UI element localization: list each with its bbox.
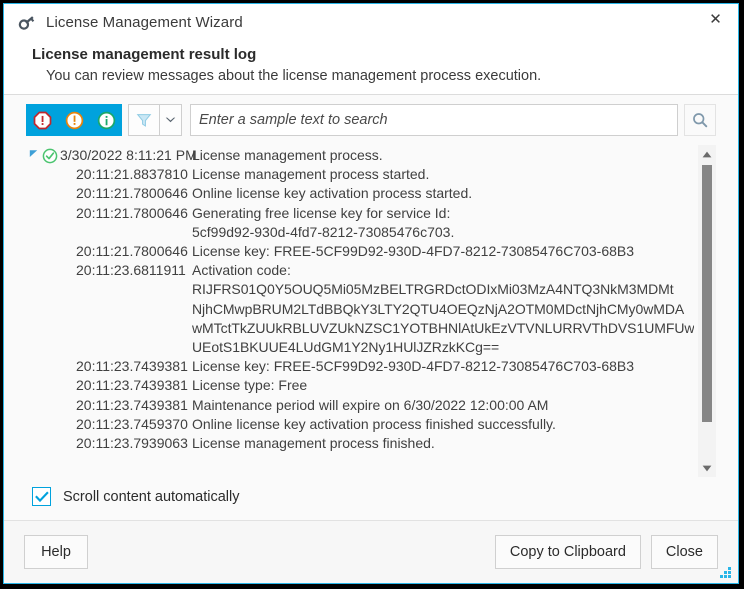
content-area: 3/30/2022 8:11:21 PMLicense management p… — [4, 94, 738, 520]
log-row-message: NjhCMwpBRUM2LTdBBQkY3LTY2QTU4OEQzNjA2OTM… — [192, 300, 685, 317]
close-button[interactable]: Close — [650, 535, 718, 569]
log-row-message: License key: FREE-5CF99D92-930D-4FD7-821… — [192, 358, 635, 375]
log-row-message: License management process started. — [192, 166, 430, 183]
log-row[interactable]: 20:11:23.6811911 Activation code: — [26, 261, 694, 280]
scroll-down-arrow-icon[interactable] — [698, 459, 716, 477]
resize-grip[interactable] — [720, 567, 734, 579]
log-row[interactable]: 20:11:21.7800646 Generating free license … — [26, 204, 694, 223]
log-row-timestamp: 3/30/2022 8:11:21 PM — [60, 147, 197, 163]
info-circle-icon — [97, 111, 115, 129]
key-icon — [16, 11, 38, 33]
copy-to-clipboard-button[interactable]: Copy to Clipboard — [494, 535, 641, 569]
log-row-timestamp: 20:11:23.6811911 — [76, 262, 186, 279]
log-row-message: wMTctTkZUUkRBLUVZUkNZSC1YOTBHNlAtUkEzVTV… — [192, 319, 694, 336]
scroll-content-automatically-checkbox[interactable] — [32, 487, 51, 506]
collapse-triangle-icon — [29, 150, 37, 157]
filter-button[interactable] — [128, 104, 160, 136]
log-row[interactable]: UEotS1BKUUE4LUdGM1Y2Ny1HUlJZRzkKCg== — [26, 338, 694, 357]
window-title: License Management Wizard — [46, 13, 243, 31]
log-row-message: Maintenance period will expire on 6/30/2… — [192, 396, 549, 413]
scrollbar-track[interactable] — [698, 163, 716, 459]
log-row[interactable]: 20:11:23.7459370 Online license key activ… — [26, 415, 694, 434]
footer-bar: Help Copy to Clipboard Close — [4, 520, 738, 583]
log-row[interactable]: 20:11:23.7439381 Maintenance period will … — [26, 396, 694, 415]
filter-info-button[interactable] — [90, 104, 122, 136]
log-vertical-scrollbar[interactable] — [698, 145, 716, 477]
search-input[interactable] — [190, 104, 678, 136]
search-area — [190, 104, 716, 136]
checkmark-icon — [34, 491, 49, 502]
log-row-message: UEotS1BKUUE4LUdGM1Y2Ny1HUlJZRzkKCg== — [192, 339, 500, 356]
log-row[interactable]: 20:11:23.7439381 License type: Free — [26, 376, 694, 395]
log-row-message: License management process finished. — [192, 435, 435, 452]
log-row-timestamp: 20:11:23.7439381 — [76, 358, 188, 375]
log-row[interactable]: NjhCMwpBRUM2LTdBBQkY3LTY2QTU4OEQzNjA2OTM… — [26, 300, 694, 319]
header-block: License management result log You can re… — [4, 40, 738, 94]
log-row[interactable]: 20:11:21.8837810 License management proce… — [26, 165, 694, 184]
log-row-timestamp: 20:11:23.7939063 — [76, 435, 188, 452]
collapse-triangle-icon[interactable] — [26, 146, 40, 158]
scrollbar-thumb[interactable] — [702, 165, 712, 422]
funnel-icon — [136, 114, 152, 127]
window-close-button[interactable]: ✕ — [693, 4, 738, 34]
log-row-timestamp: 20:11:21.7800646 — [76, 204, 188, 221]
page-title: License management result log — [32, 46, 257, 63]
log-row-message: License management process. — [192, 147, 383, 163]
log-row-message: Online license key activation process fi… — [192, 415, 556, 432]
log-row[interactable]: RIJFRS01Q0Y5OUQ5Mi05MzBELTRGRDctODIxMi03… — [26, 280, 694, 299]
log-row-message: License type: Free — [192, 377, 308, 394]
log-row-timestamp: 20:11:21.8837810 — [76, 166, 188, 183]
search-icon — [693, 113, 708, 128]
log-toolbar — [26, 95, 716, 145]
filter-errors-button[interactable] — [26, 104, 58, 136]
close-icon: ✕ — [709, 11, 722, 28]
log-row-message: RIJFRS01Q0Y5OUQ5Mi05MzBELTRGRDctODIxMi03… — [192, 281, 674, 298]
log-row[interactable]: 20:11:23.7439381 License key: FREE-5CF99D… — [26, 357, 694, 376]
title-bar: License Management Wizard ✕ — [4, 4, 738, 40]
help-button[interactable]: Help — [24, 535, 88, 569]
log-row[interactable]: 3/30/2022 8:11:21 PM License management p… — [26, 146, 694, 165]
log-row-timestamp: 20:11:21.7800646 — [76, 185, 188, 202]
scroll-auto-label: Scroll content automatically — [63, 488, 240, 505]
success-check-icon — [40, 146, 60, 164]
log-row-timestamp: 20:11:23.7439381 — [76, 396, 188, 413]
log-row-message: Generating free license key for service … — [192, 204, 451, 221]
success-check-icon — [42, 148, 58, 164]
log-row-message: Activation code: — [192, 262, 291, 279]
log-row-timestamp: 20:11:23.7439381 — [76, 377, 188, 394]
filter-dropdown-button[interactable] — [160, 104, 182, 136]
log-row-message: Online license key activation process st… — [192, 185, 473, 202]
log-panel: 3/30/2022 8:11:21 PM License management p… — [26, 145, 716, 477]
license-management-wizard-window: License Management Wizard ✕ License mana… — [3, 3, 739, 584]
warning-circle-icon — [65, 111, 83, 129]
scroll-up-arrow-icon[interactable] — [698, 145, 716, 163]
search-button[interactable] — [684, 104, 716, 136]
page-subtitle: You can review messages about the licens… — [46, 68, 542, 84]
log-row-timestamp: 20:11:23.7459370 — [76, 415, 188, 432]
chevron-down-icon — [165, 117, 176, 123]
scroll-auto-row: Scroll content automatically — [32, 487, 738, 520]
log-row[interactable]: wMTctTkZUUkRBLUVZUkNZSC1YOTBHNlAtUkEzVTV… — [26, 319, 694, 338]
filter-warnings-button[interactable] — [58, 104, 90, 136]
error-octagon-icon — [33, 111, 51, 129]
log-row-timestamp: 20:11:21.7800646 — [76, 243, 188, 260]
log-row-message: License key: FREE-5CF99D92-930D-4FD7-821… — [192, 243, 635, 260]
log-row[interactable]: 5cf99d92-930d-4fd7-8212-73085476c703. — [26, 223, 694, 242]
log-row[interactable]: 20:11:23.7939063 License management proce… — [26, 434, 694, 453]
log-row[interactable]: 20:11:21.7800646 Online license key activ… — [26, 184, 694, 203]
log-list[interactable]: 3/30/2022 8:11:21 PM License management p… — [26, 145, 694, 477]
log-row-message: 5cf99d92-930d-4fd7-8212-73085476c703. — [192, 223, 455, 240]
log-row[interactable]: 20:11:21.7800646 License key: FREE-5CF99D… — [26, 242, 694, 261]
